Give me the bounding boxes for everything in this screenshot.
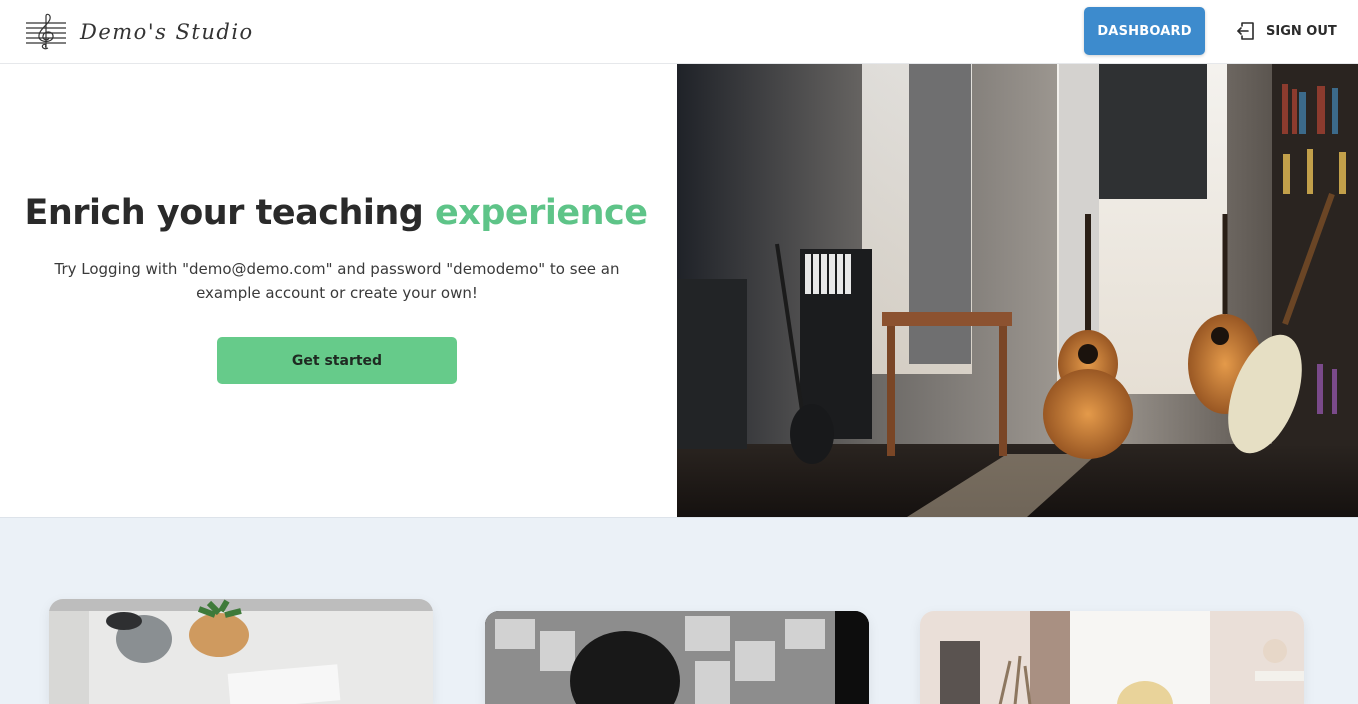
hero-title-accent: experience xyxy=(435,193,648,233)
feature-section xyxy=(0,517,1358,704)
feature-card-3[interactable] xyxy=(920,611,1304,704)
hero-subtitle: Try Logging with "demo@demo.com" and pas… xyxy=(54,260,620,302)
dashboard-button[interactable]: DASHBOARD xyxy=(1084,7,1205,55)
treble-clef-icon xyxy=(26,13,66,50)
person-at-wall-of-posters-photo xyxy=(485,611,869,704)
top-navbar: Demo's Studio DASHBOARD SIGN OUT xyxy=(0,0,1358,64)
sign-out-button[interactable]: SIGN OUT xyxy=(1236,19,1337,43)
get-started-button[interactable]: Get started xyxy=(217,337,457,384)
desk-with-plant-photo xyxy=(49,599,433,704)
sign-out-label: SIGN OUT xyxy=(1266,23,1337,39)
brand-logo-link[interactable]: Demo's Studio xyxy=(24,12,254,52)
music-studio-photo xyxy=(677,64,1358,517)
brand-name: Demo's Studio xyxy=(80,20,254,44)
hero-title-main: Enrich your teaching xyxy=(24,193,436,233)
feature-card-2[interactable] xyxy=(485,611,869,704)
hero-text-panel: Enrich your teaching experience Try Logg… xyxy=(0,64,677,517)
hero-section: Enrich your teaching experience Try Logg… xyxy=(0,64,1358,517)
hero-title: Enrich your teaching experience xyxy=(0,193,672,233)
sign-out-icon xyxy=(1237,22,1254,40)
bright-room-photo xyxy=(920,611,1304,704)
feature-card-1[interactable] xyxy=(49,599,433,704)
